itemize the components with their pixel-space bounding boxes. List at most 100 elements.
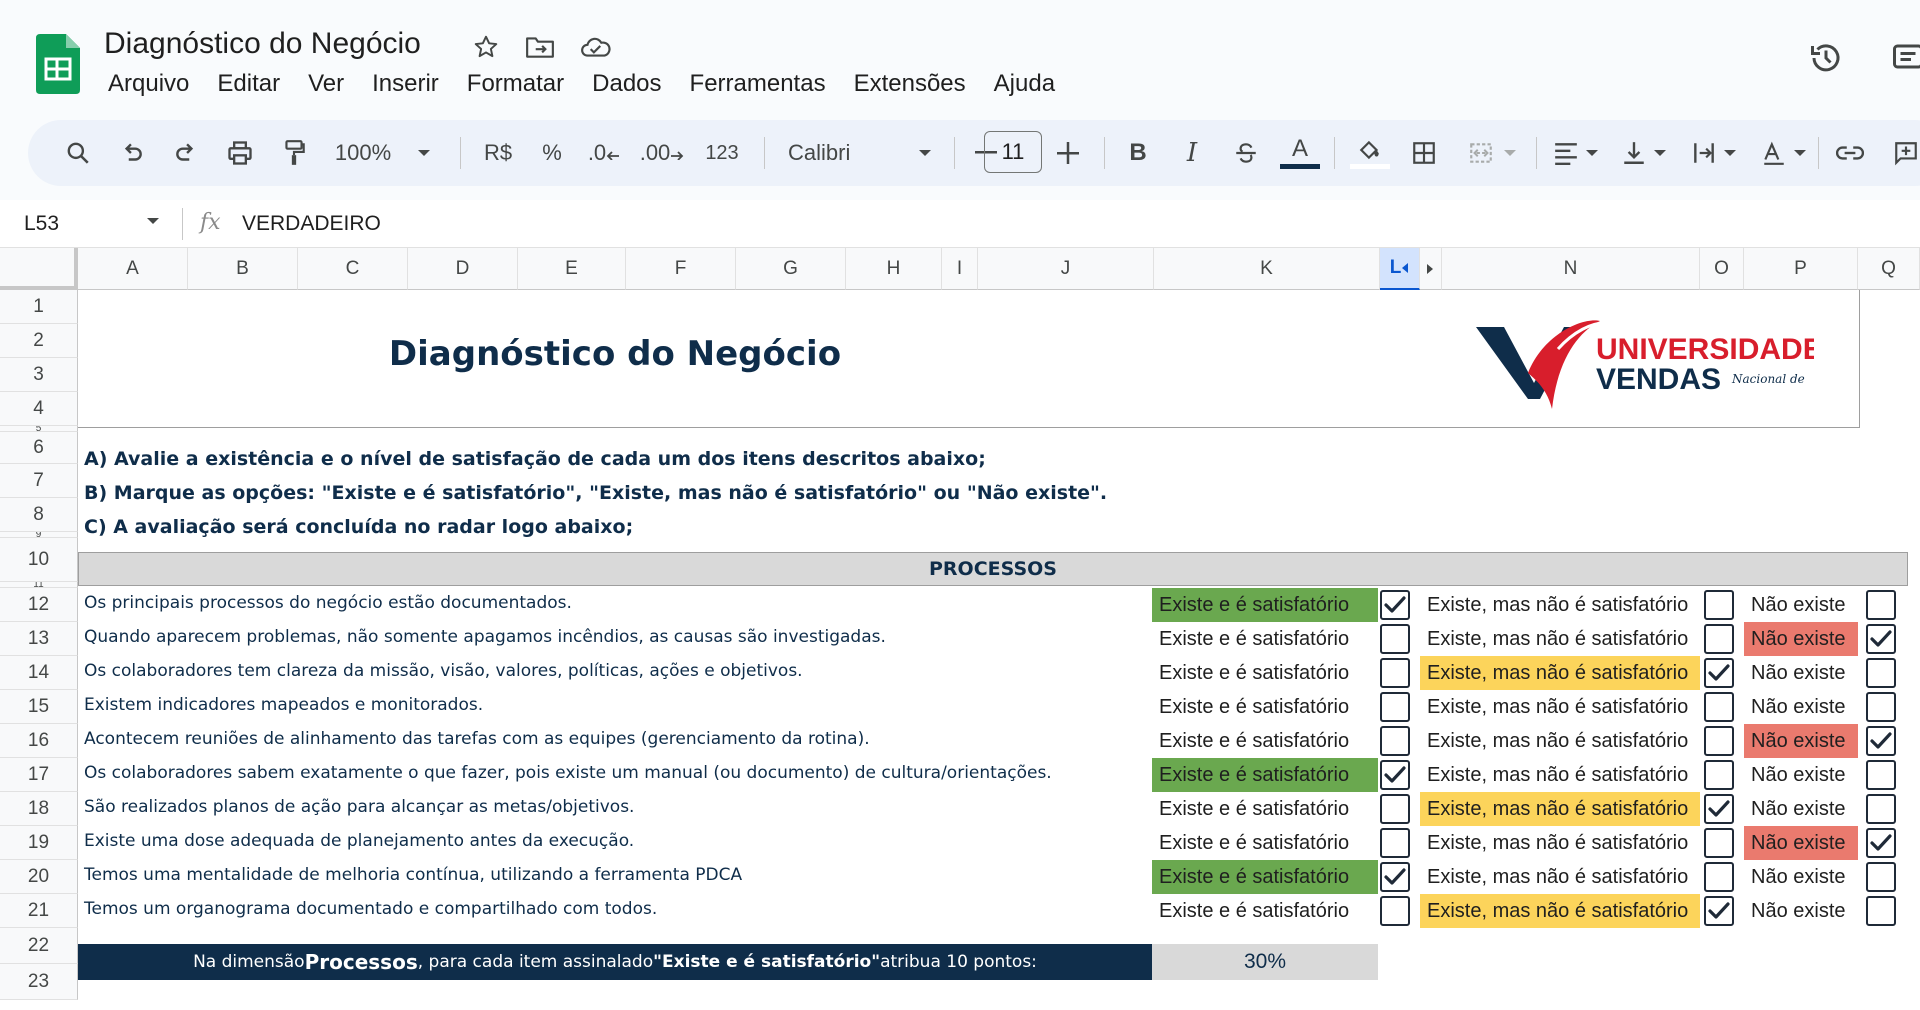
text-rotation-icon[interactable] [1754, 131, 1814, 175]
checkbox-existe-nao-satisfatorio[interactable] [1704, 760, 1734, 790]
row-header-4[interactable]: 4 [0, 392, 78, 426]
column-header-p[interactable]: P [1744, 248, 1858, 290]
menu-extensoes[interactable]: Extensões [840, 70, 980, 98]
column-header-e[interactable]: E [518, 248, 626, 290]
column-header-c[interactable]: C [298, 248, 408, 290]
bold-button[interactable]: B [1116, 131, 1160, 175]
checkbox-existe-nao-satisfatorio[interactable] [1704, 794, 1734, 824]
checkbox-existe-satisfatorio[interactable] [1380, 862, 1410, 892]
column-header-o[interactable]: O [1700, 248, 1744, 290]
checkbox-nao-existe[interactable] [1866, 794, 1896, 824]
currency-format-button[interactable]: R$ [476, 131, 520, 175]
row-header-20[interactable]: 20 [0, 860, 78, 894]
menu-formatar[interactable]: Formatar [453, 70, 578, 98]
checkbox-existe-satisfatorio[interactable] [1380, 590, 1410, 620]
menu-arquivo[interactable]: Arquivo [94, 70, 203, 98]
spreadsheet-grid[interactable]: A B C D E F G H I J K L N O P Q 1 2 3 4 … [0, 248, 1920, 1010]
row-header-19[interactable]: 19 [0, 826, 78, 860]
checkbox-existe-nao-satisfatorio[interactable] [1704, 726, 1734, 756]
checkbox-existe-nao-satisfatorio[interactable] [1704, 624, 1734, 654]
checkbox-existe-satisfatorio[interactable] [1380, 760, 1410, 790]
checkbox-nao-existe[interactable] [1866, 760, 1896, 790]
row-header-23[interactable]: 23 [0, 964, 78, 1000]
row-header-6[interactable]: 6 [0, 432, 78, 464]
menu-inserir[interactable]: Inserir [358, 70, 453, 98]
checkbox-existe-nao-satisfatorio[interactable] [1704, 862, 1734, 892]
formula-input[interactable]: VERDADEIRO [242, 212, 381, 236]
checkbox-nao-existe[interactable] [1866, 896, 1896, 926]
collapse-column-icon[interactable] [1401, 262, 1409, 274]
name-box-caret-icon[interactable] [146, 216, 160, 226]
checkbox-existe-nao-satisfatorio[interactable] [1704, 590, 1734, 620]
comments-icon[interactable] [1888, 38, 1920, 78]
column-header-l[interactable]: L [1380, 248, 1420, 290]
menu-ver[interactable]: Ver [294, 70, 358, 98]
checkbox-nao-existe[interactable] [1866, 624, 1896, 654]
row-header-17[interactable]: 17 [0, 758, 78, 792]
row-header-14[interactable]: 14 [0, 656, 78, 690]
paint-format-icon[interactable] [272, 131, 316, 175]
increase-decimals-button[interactable]: .00 [636, 131, 688, 175]
column-header-n[interactable]: N [1442, 248, 1700, 290]
checkbox-existe-satisfatorio[interactable] [1380, 624, 1410, 654]
checkbox-existe-satisfatorio[interactable] [1380, 828, 1410, 858]
column-header-a[interactable]: A [78, 248, 188, 290]
row-header-16[interactable]: 16 [0, 724, 78, 758]
font-size-increase-button[interactable] [1046, 131, 1090, 175]
checkbox-existe-satisfatorio[interactable] [1380, 896, 1410, 926]
vertical-align-icon[interactable] [1614, 131, 1674, 175]
cloud-saved-icon[interactable] [580, 32, 612, 62]
checkbox-existe-satisfatorio[interactable] [1380, 794, 1410, 824]
checkbox-nao-existe[interactable] [1866, 828, 1896, 858]
zoom-select[interactable]: 100% [328, 131, 438, 175]
move-to-folder-icon[interactable] [524, 32, 556, 62]
name-box[interactable]: L53 [24, 212, 59, 236]
checkbox-nao-existe[interactable] [1866, 590, 1896, 620]
row-header-21[interactable]: 21 [0, 894, 78, 928]
row-header-7[interactable]: 7 [0, 464, 78, 498]
column-header-f[interactable]: F [626, 248, 736, 290]
column-header-b[interactable]: B [188, 248, 298, 290]
percent-format-button[interactable]: % [530, 131, 574, 175]
checkbox-existe-nao-satisfatorio[interactable] [1704, 692, 1734, 722]
row-header-8[interactable]: 8 [0, 498, 78, 532]
menu-ferramentas[interactable]: Ferramentas [676, 70, 840, 98]
row-header-10[interactable]: 10 [0, 538, 78, 582]
checkbox-existe-nao-satisfatorio[interactable] [1704, 828, 1734, 858]
decrease-decimals-button[interactable]: .0 [582, 131, 626, 175]
checkbox-existe-satisfatorio[interactable] [1380, 726, 1410, 756]
row-header-13[interactable]: 13 [0, 622, 78, 656]
select-all-corner[interactable] [0, 248, 78, 290]
checkbox-nao-existe[interactable] [1866, 692, 1896, 722]
menu-editar[interactable]: Editar [203, 70, 294, 98]
horizontal-align-icon[interactable] [1546, 131, 1606, 175]
checkbox-existe-satisfatorio[interactable] [1380, 692, 1410, 722]
column-header-d[interactable]: D [408, 248, 518, 290]
text-wrapping-icon[interactable] [1684, 131, 1744, 175]
font-size-input[interactable]: 11 [984, 131, 1042, 173]
menu-dados[interactable]: Dados [578, 70, 675, 98]
print-icon[interactable] [218, 131, 262, 175]
menu-ajuda[interactable]: Ajuda [980, 70, 1069, 98]
checkbox-existe-satisfatorio[interactable] [1380, 658, 1410, 688]
column-header-h[interactable]: H [846, 248, 942, 290]
checkbox-nao-existe[interactable] [1866, 658, 1896, 688]
column-header-q[interactable]: Q [1858, 248, 1920, 290]
row-header-22[interactable]: 22 [0, 928, 78, 964]
column-header-g[interactable]: G [736, 248, 846, 290]
borders-icon[interactable] [1402, 131, 1446, 175]
column-header-j[interactable]: J [978, 248, 1154, 290]
version-history-icon[interactable] [1806, 38, 1846, 78]
row-header-15[interactable]: 15 [0, 690, 78, 724]
italic-button[interactable]: I [1170, 131, 1214, 175]
document-title[interactable]: Diagnóstico do Negócio [104, 27, 421, 61]
checkbox-nao-existe[interactable] [1866, 726, 1896, 756]
undo-icon[interactable] [110, 131, 154, 175]
row-header-3[interactable]: 3 [0, 358, 78, 392]
insert-link-icon[interactable] [1828, 131, 1872, 175]
hidden-column-marker[interactable] [1420, 248, 1442, 290]
row-header-18[interactable]: 18 [0, 792, 78, 826]
text-color-button[interactable]: A [1278, 131, 1322, 175]
number-format-button[interactable]: 123 [696, 131, 748, 175]
checkbox-existe-nao-satisfatorio[interactable] [1704, 658, 1734, 688]
